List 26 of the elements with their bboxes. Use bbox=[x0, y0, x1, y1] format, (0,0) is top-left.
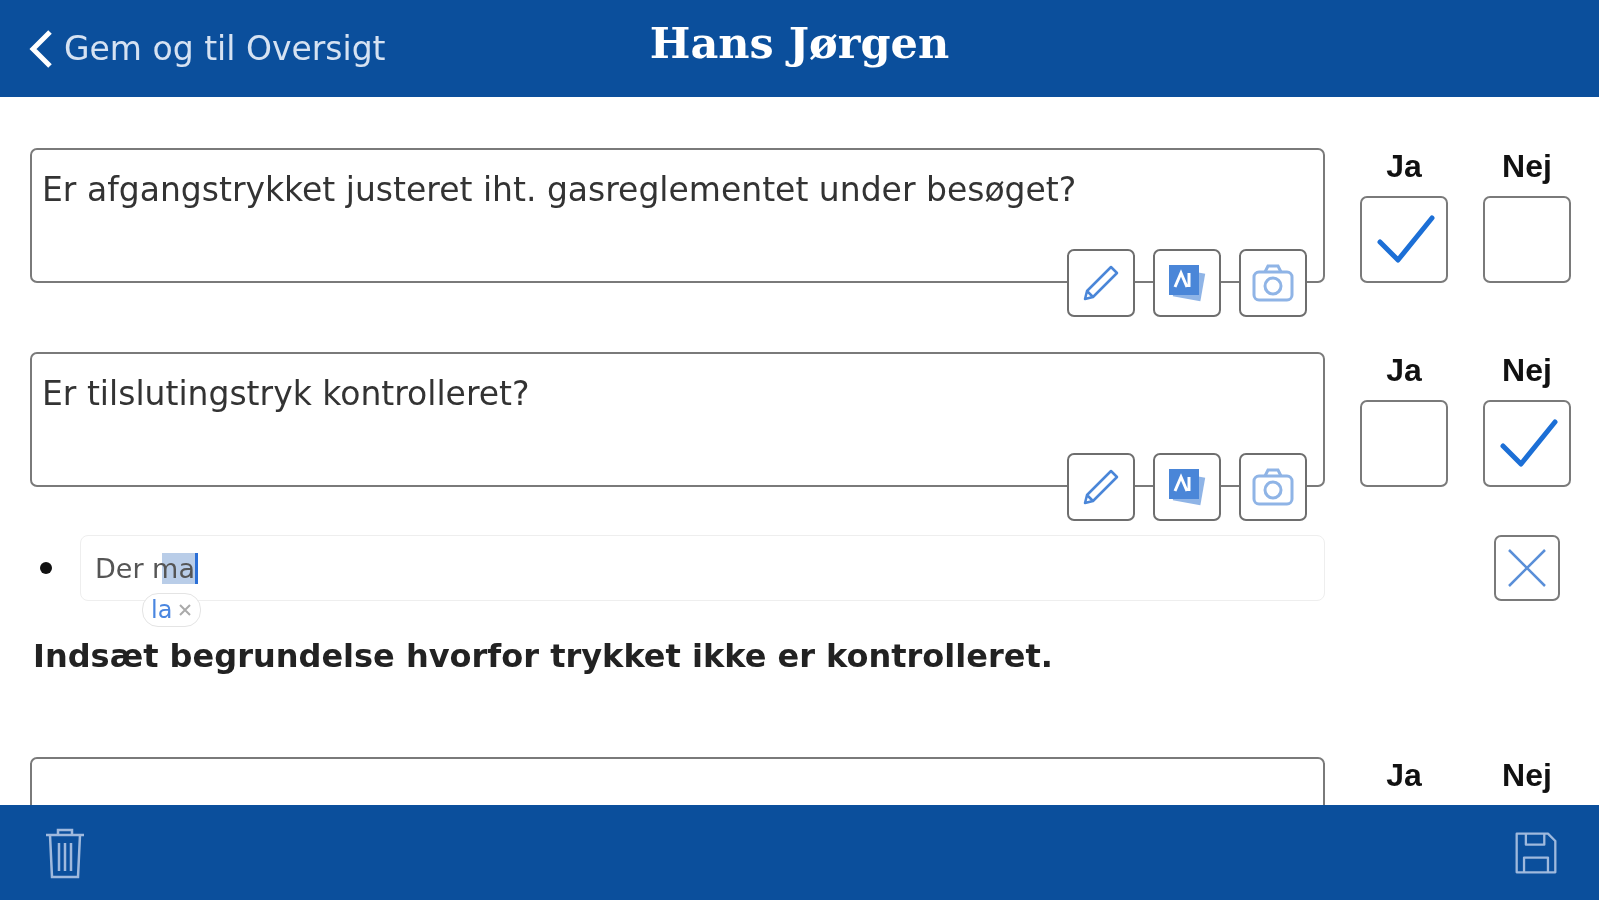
instruction-text: Indsæt begrundelse hvorfor trykket ikke er kontrolleret. bbox=[33, 637, 1053, 675]
autocorrect-suggestion[interactable]: la bbox=[142, 593, 202, 627]
field-value: Der ma bbox=[95, 552, 198, 584]
no-label: Nej bbox=[1502, 352, 1552, 389]
gallery-button[interactable] bbox=[1153, 249, 1221, 317]
question-text: Er afgangstrykket justeret iht. gasreglementet under besøget? bbox=[42, 170, 1077, 209]
page-title: Hans Jørgen bbox=[649, 18, 950, 68]
yes-label: Ja bbox=[1386, 352, 1422, 389]
edit-button[interactable] bbox=[1067, 453, 1135, 521]
back-button[interactable]: Gem og til Oversigt bbox=[28, 27, 386, 70]
yes-label: Ja bbox=[1386, 148, 1422, 185]
no-checkbox[interactable] bbox=[1483, 196, 1571, 283]
camera-button[interactable] bbox=[1239, 453, 1307, 521]
delete-comment-button[interactable] bbox=[1494, 535, 1560, 601]
bullet bbox=[40, 562, 52, 574]
no-checkbox[interactable] bbox=[1483, 400, 1571, 487]
camera-button[interactable] bbox=[1239, 249, 1307, 317]
yes-label: Ja bbox=[1386, 757, 1422, 794]
question-text: Er tilslutingstryk kontrolleret? bbox=[42, 374, 530, 413]
no-label: Nej bbox=[1502, 148, 1552, 185]
gallery-button[interactable] bbox=[1153, 453, 1221, 521]
yes-checkbox[interactable] bbox=[1360, 196, 1448, 283]
chevron-left-icon bbox=[28, 27, 54, 70]
yes-checkbox[interactable] bbox=[1360, 400, 1448, 487]
no-label: Nej bbox=[1502, 757, 1552, 794]
edit-button[interactable] bbox=[1067, 249, 1135, 317]
